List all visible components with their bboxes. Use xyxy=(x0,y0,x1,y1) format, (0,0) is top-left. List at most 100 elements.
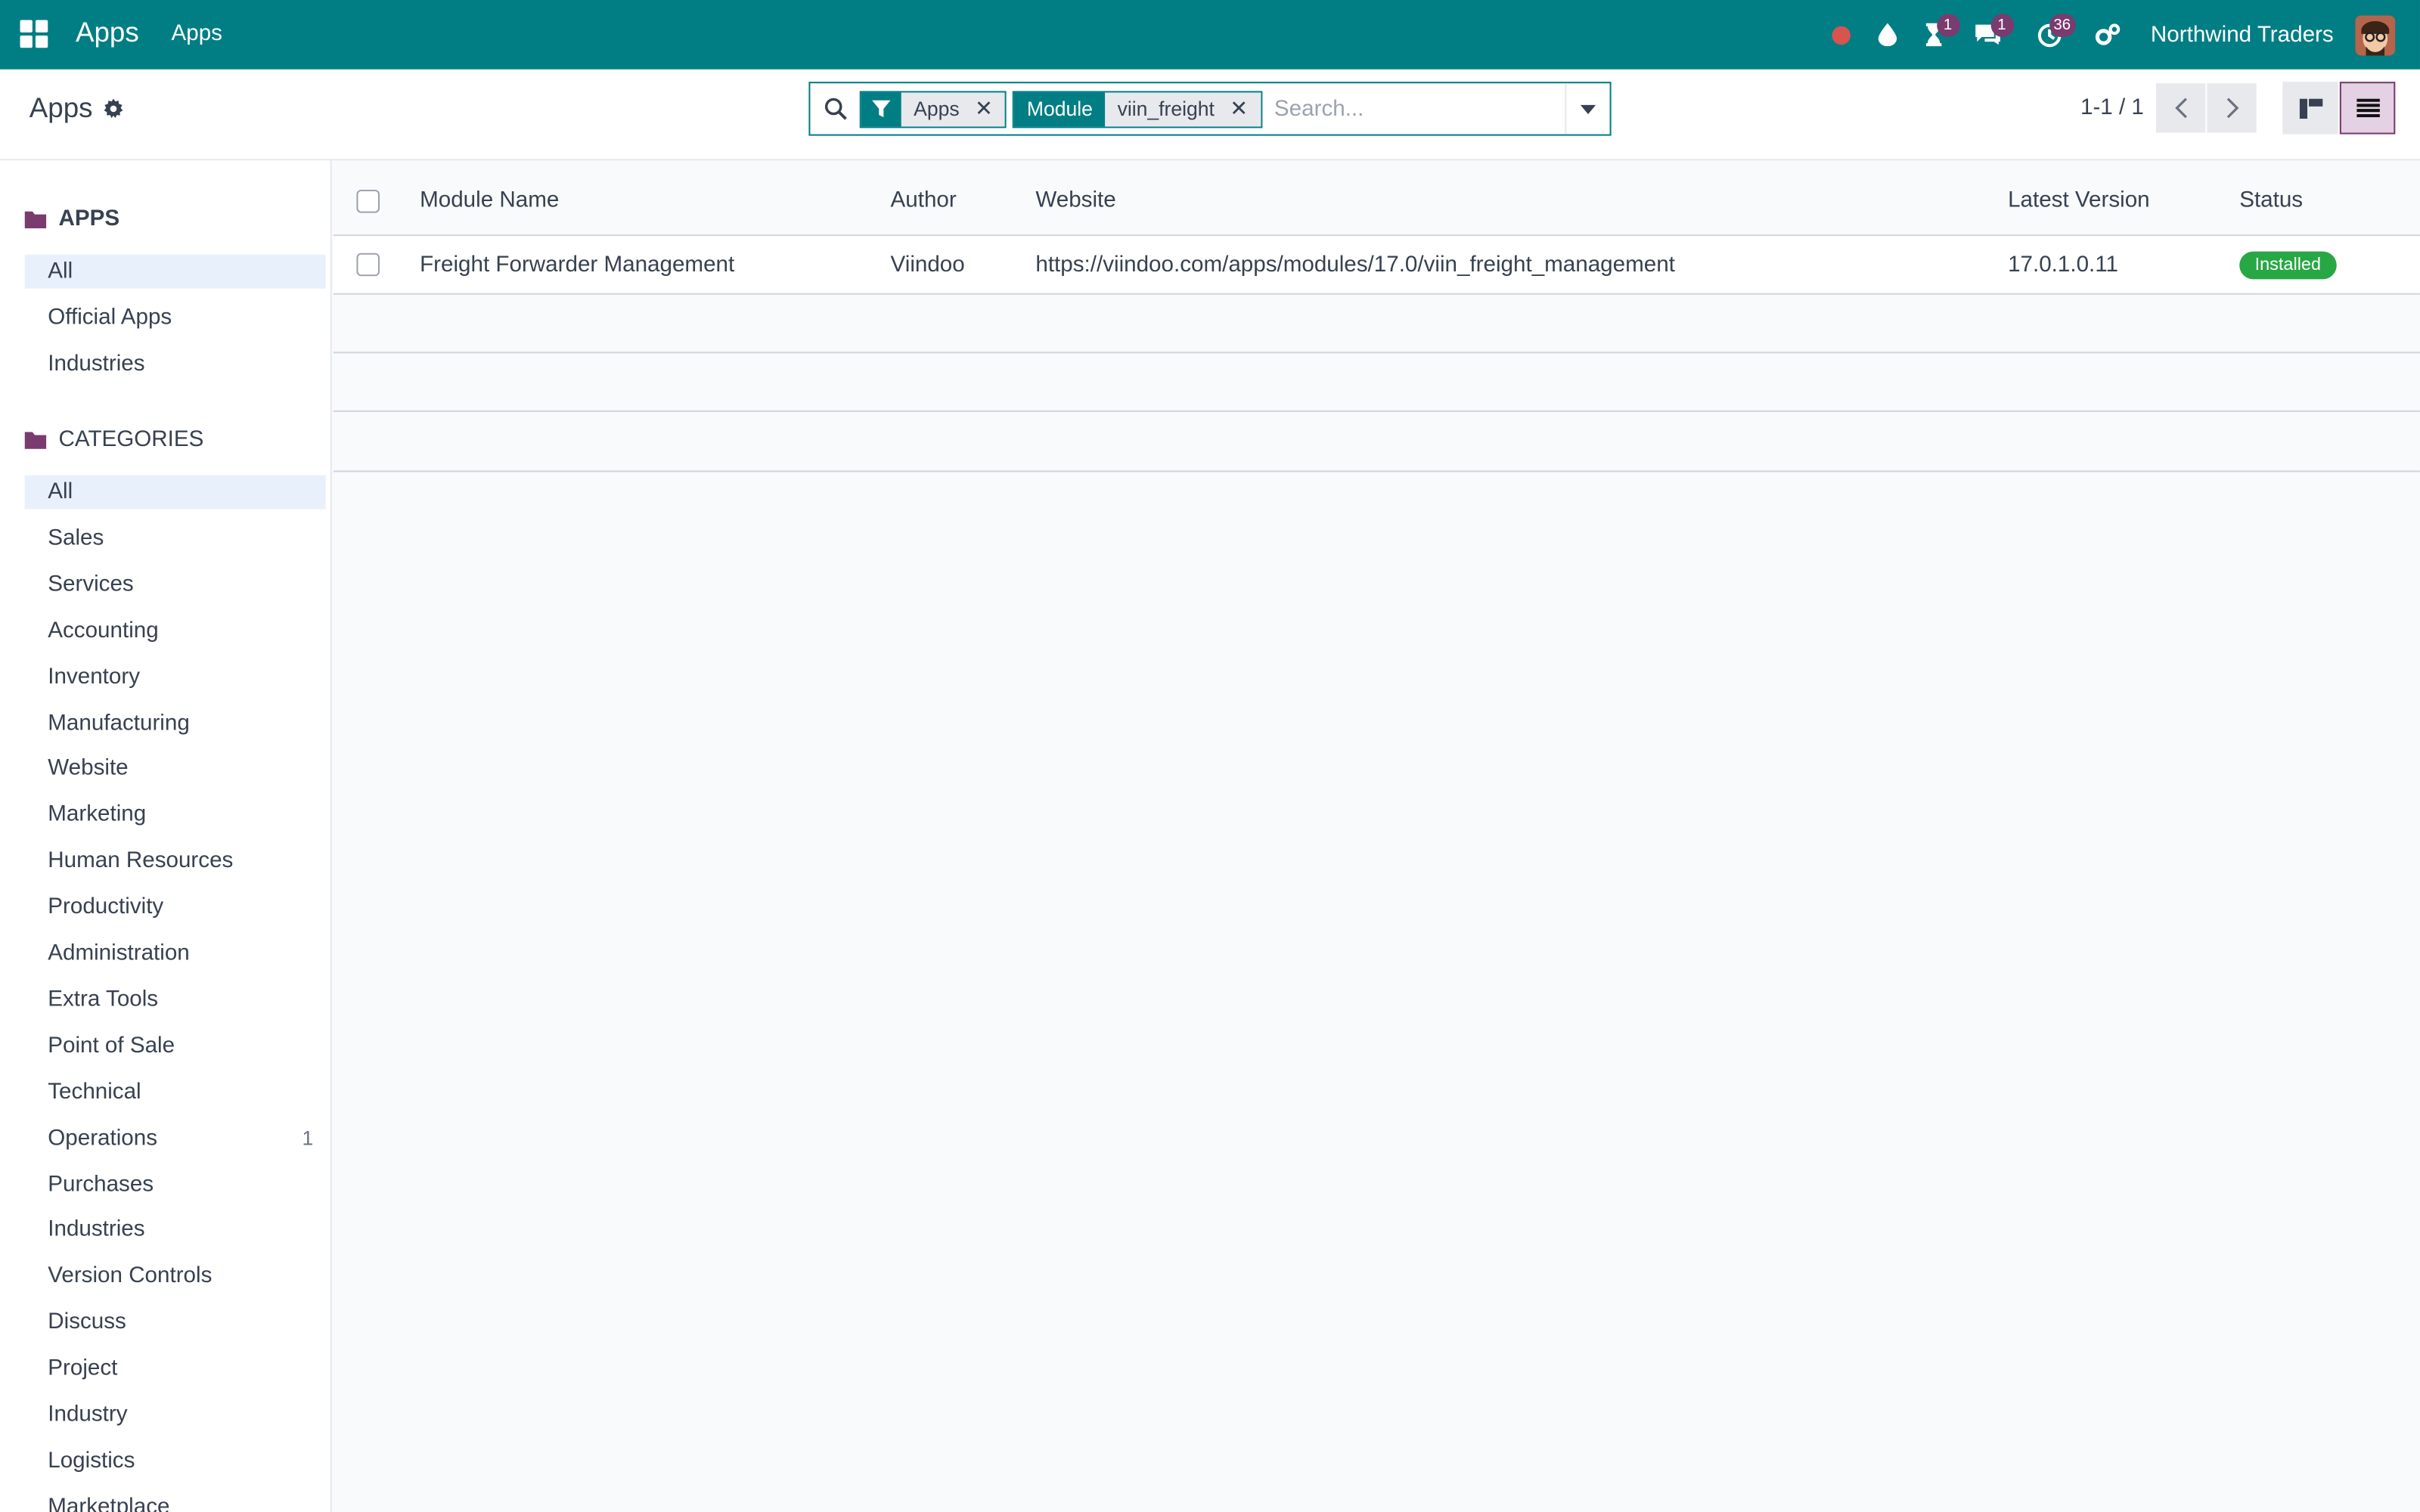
category-item-human-resources[interactable]: Human Resources xyxy=(25,844,326,878)
category-item-marketplace[interactable]: Marketplace xyxy=(25,1490,326,1512)
website-cell[interactable]: https://viindoo.com/apps/modules/17.0/vi… xyxy=(1035,236,1675,293)
category-label: Website xyxy=(48,756,129,782)
column-latest-version[interactable]: Latest Version xyxy=(2008,166,2150,234)
app-brand[interactable]: Apps xyxy=(76,17,139,49)
category-item-all[interactable]: All xyxy=(24,475,326,510)
messages-badge: 1 xyxy=(1990,14,2014,37)
category-label: Administration xyxy=(48,940,190,966)
category-label: Inventory xyxy=(48,664,141,689)
select-all-checkbox[interactable] xyxy=(356,166,380,234)
theme-drop-icon[interactable] xyxy=(1863,0,1910,70)
apps-section-header: APPS xyxy=(24,206,120,232)
category-item-productivity[interactable]: Productivity xyxy=(25,891,326,925)
list-view-button[interactable] xyxy=(2339,82,2396,135)
empty-row xyxy=(333,412,2420,472)
category-item-version-controls[interactable]: Version Controls xyxy=(25,1259,326,1294)
activities-hourglass-icon[interactable]: 1 xyxy=(1910,0,1959,70)
remove-filter-facet-button[interactable]: ✕ xyxy=(975,96,993,122)
category-label: Manufacturing xyxy=(48,710,190,736)
category-item-accounting[interactable]: Accounting xyxy=(25,614,326,648)
folder-icon xyxy=(24,431,47,448)
category-label: Industries xyxy=(48,1217,145,1243)
category-item-manufacturing[interactable]: Manufacturing xyxy=(25,706,326,740)
category-item-industries[interactable]: Industries xyxy=(25,1213,326,1247)
category-label: Sales xyxy=(48,525,104,551)
row-checkbox[interactable] xyxy=(356,236,380,293)
category-label: Operations xyxy=(48,1125,158,1151)
category-label: Extra Tools xyxy=(48,987,159,1012)
category-item-sales[interactable]: Sales xyxy=(25,522,326,556)
breadcrumb: Apps xyxy=(29,92,124,125)
chevron-left-icon xyxy=(2174,98,2186,119)
category-item-services[interactable]: Services xyxy=(25,568,326,602)
list-header: Module Name Author Website Latest Versio… xyxy=(333,166,2420,237)
table-row[interactable]: Freight Forwarder Management Viindoo htt… xyxy=(333,236,2420,295)
column-status[interactable]: Status xyxy=(2239,166,2303,234)
module-name-cell: Freight Forwarder Management xyxy=(420,252,735,277)
category-label: Technical xyxy=(48,1079,141,1105)
category-label: Productivity xyxy=(48,894,164,920)
category-item-website[interactable]: Website xyxy=(25,752,326,786)
folder-icon xyxy=(24,210,47,228)
caret-down-icon xyxy=(1580,104,1596,113)
category-label: Accounting xyxy=(48,618,159,643)
category-label: Marketing xyxy=(48,802,147,828)
category-item-point-of-sale[interactable]: Point of Sale xyxy=(25,1029,326,1063)
record-icon[interactable] xyxy=(1817,0,1863,70)
pager-next-button[interactable] xyxy=(2207,83,2257,133)
app-menu-grid-icon[interactable] xyxy=(20,20,48,48)
company-switcher[interactable]: Northwind Traders xyxy=(2151,23,2334,48)
pager-previous-button[interactable] xyxy=(2155,83,2206,133)
timer-badge: 36 xyxy=(2049,14,2076,37)
category-label: Purchases xyxy=(48,1171,154,1197)
systray: 1 1 36 Northwind Traders xyxy=(1817,0,2420,70)
menu-apps[interactable]: Apps xyxy=(172,22,222,47)
kanban-view-button[interactable] xyxy=(2282,82,2338,135)
settings-gears-icon[interactable] xyxy=(2080,0,2135,70)
apps-header-label: APPS xyxy=(58,206,120,232)
search-input[interactable] xyxy=(1267,85,1565,132)
apps-filter-official[interactable]: Official Apps xyxy=(25,301,326,335)
category-label: Project xyxy=(48,1356,118,1381)
list-icon xyxy=(2356,98,2379,118)
column-module-name[interactable]: Module Name xyxy=(420,166,559,234)
category-label: Marketplace xyxy=(48,1495,170,1512)
chevron-right-icon xyxy=(2226,98,2238,119)
author-cell: Viindoo xyxy=(890,252,965,277)
pager-value[interactable]: 1-1 / 1 xyxy=(2080,96,2144,121)
category-label: Industry xyxy=(48,1402,128,1427)
remove-module-facet-button[interactable]: ✕ xyxy=(1230,96,1248,122)
status-cell: Installed xyxy=(2239,236,2337,293)
category-label: Services xyxy=(48,572,134,597)
apps-filter-all[interactable]: All xyxy=(24,254,326,289)
category-item-logistics[interactable]: Logistics xyxy=(25,1444,326,1478)
status-badge: Installed xyxy=(2239,250,2337,279)
timesheet-timer-icon[interactable]: 36 xyxy=(2018,0,2080,70)
category-item-industry[interactable]: Industry xyxy=(25,1398,326,1432)
category-item-purchases[interactable]: Purchases xyxy=(25,1167,326,1201)
gear-icon[interactable] xyxy=(104,98,124,119)
top-navbar: Apps Apps 1 1 36 Northwind Traders xyxy=(0,0,2420,70)
user-avatar[interactable] xyxy=(2355,14,2396,55)
search-icon[interactable] xyxy=(810,83,859,134)
apps-filter-industries[interactable]: Industries xyxy=(25,347,326,381)
category-item-discuss[interactable]: Discuss xyxy=(25,1306,326,1340)
search-options-toggle[interactable] xyxy=(1565,83,1609,135)
category-item-administration[interactable]: Administration xyxy=(25,937,326,971)
category-item-extra-tools[interactable]: Extra Tools xyxy=(25,983,326,1017)
category-label: Version Controls xyxy=(48,1264,213,1289)
categories-header-label: CATEGORIES xyxy=(58,427,204,452)
messages-chat-icon[interactable]: 1 xyxy=(1956,0,2018,70)
category-item-marketing[interactable]: Marketing xyxy=(25,798,326,832)
categories-section-header: CATEGORIES xyxy=(24,427,204,452)
empty-row xyxy=(333,353,2420,412)
filter-facet-value: Apps xyxy=(914,97,960,121)
category-item-inventory[interactable]: Inventory xyxy=(25,660,326,694)
column-website[interactable]: Website xyxy=(1035,166,1115,234)
module-facet-value: viin_freight xyxy=(1117,97,1215,121)
filter-facet: Apps ✕ xyxy=(859,90,1007,128)
category-item-technical[interactable]: Technical xyxy=(25,1075,326,1109)
column-author[interactable]: Author xyxy=(891,166,957,234)
category-item-operations[interactable]: Operations 1 xyxy=(25,1121,326,1155)
category-item-project[interactable]: Project xyxy=(25,1352,326,1386)
